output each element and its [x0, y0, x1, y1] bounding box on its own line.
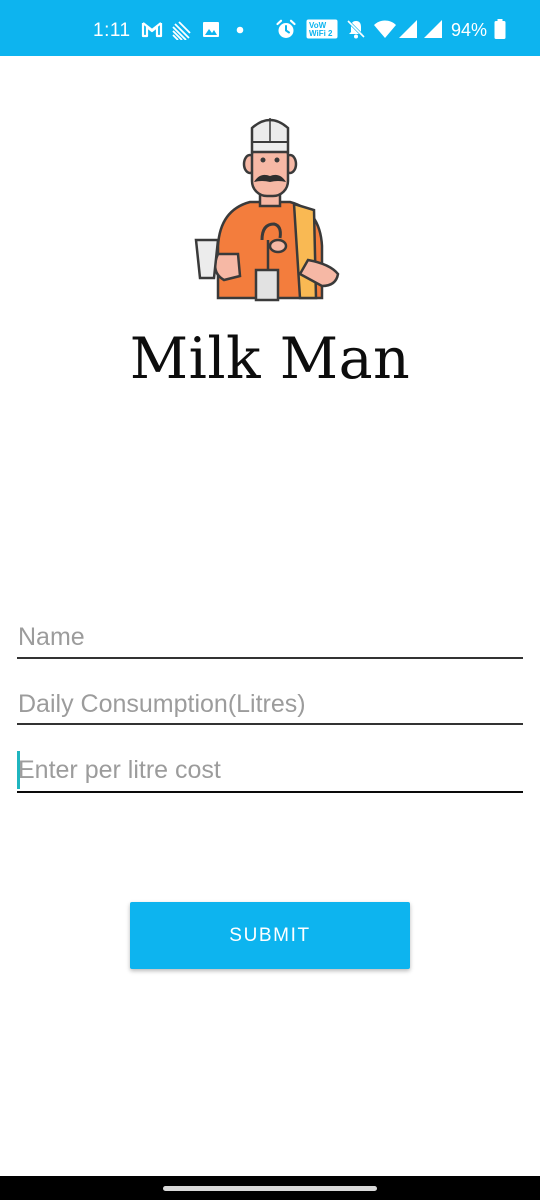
status-time: 1:11: [93, 20, 131, 41]
image-icon: [203, 22, 219, 37]
milkman-illustration-icon: [194, 118, 340, 302]
name-field[interactable]: [17, 617, 524, 661]
daily-consumption-underline: [17, 723, 523, 725]
status-bar: 1:11 VoW WiFi 2 94%: [0, 0, 540, 56]
daily-consumption-input[interactable]: [17, 684, 524, 724]
wifi-icon: [374, 20, 396, 38]
per-litre-cost-underline: [17, 791, 523, 793]
battery-icon: [494, 19, 506, 39]
navigation-bar: [0, 1176, 540, 1200]
app-title: Milk Man: [129, 326, 411, 392]
name-input[interactable]: [17, 617, 524, 657]
gmail-icon: [141, 22, 163, 38]
submit-button[interactable]: SUBMIT: [130, 902, 410, 969]
vowifi-icon: VoW WiFi 2: [306, 19, 338, 39]
cast-icon: [172, 21, 191, 40]
home-gesture-handle[interactable]: [163, 1186, 377, 1191]
per-litre-cost-input[interactable]: [17, 750, 524, 790]
vowifi-line2: WiFi 2: [309, 29, 333, 38]
name-underline: [17, 657, 523, 659]
text-cursor: [17, 751, 20, 789]
battery-percent: 94%: [451, 20, 488, 40]
per-litre-cost-field[interactable]: [17, 750, 524, 794]
signal-icon: [399, 20, 417, 38]
alarm-icon: [276, 19, 296, 38]
daily-consumption-field[interactable]: [17, 684, 524, 728]
mute-icon: [346, 19, 366, 39]
dot-icon: [236, 26, 244, 34]
signal-icon-2: [424, 20, 442, 38]
